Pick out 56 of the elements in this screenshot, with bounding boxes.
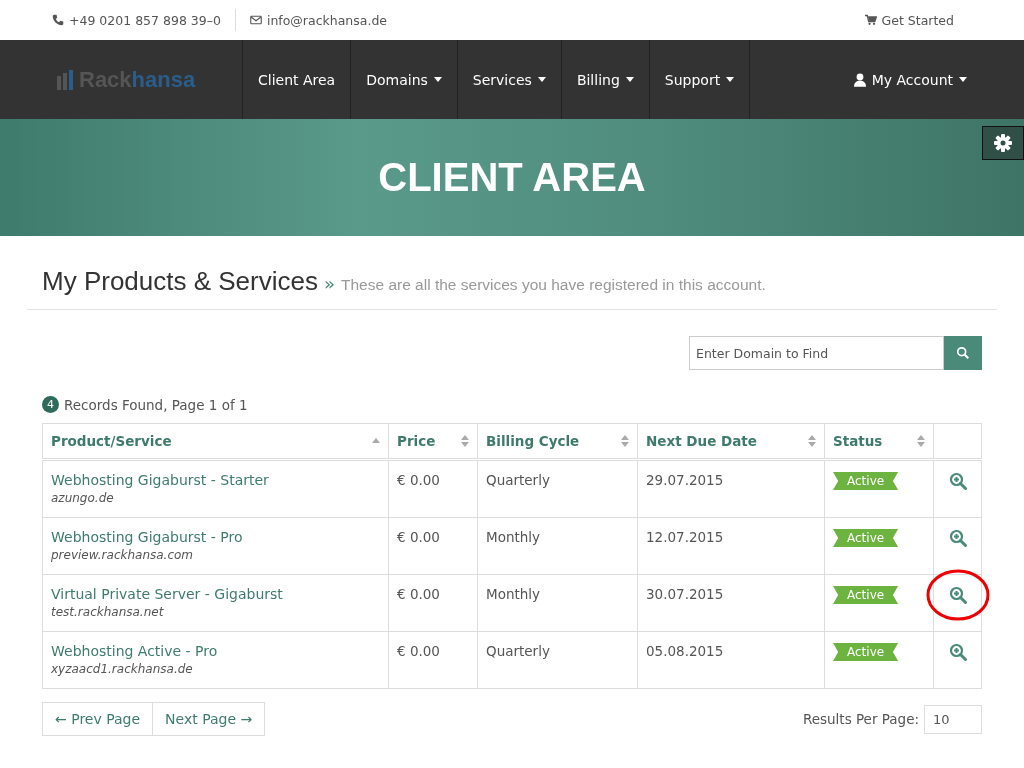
phone-icon <box>52 14 64 26</box>
column-header[interactable]: Next Due Date <box>637 423 825 460</box>
user-icon <box>853 72 866 87</box>
hero-title: CLIENT AREA <box>378 155 646 200</box>
price-cell: € 0.00 <box>397 472 440 488</box>
next-page-button[interactable]: Next Page → <box>153 702 266 736</box>
billing-cycle-cell: Quarterly <box>486 472 550 488</box>
prev-page-button[interactable]: ← Prev Page <box>42 702 154 736</box>
gear-icon <box>993 133 1013 153</box>
domain-name: xyzaacd1.rackhansa.de <box>51 662 194 676</box>
my-account-menu[interactable]: My Account <box>853 71 967 88</box>
product-link[interactable]: Virtual Private Server - Gigaburst <box>51 586 283 602</box>
column-header[interactable]: Status <box>824 423 934 460</box>
price-cell: € 0.00 <box>397 586 440 602</box>
zoom-in-icon[interactable] <box>948 586 967 604</box>
product-link[interactable]: Webhosting Gigaburst - Starter <box>51 472 269 488</box>
results-per-page-label: Results Per Page: <box>802 711 919 727</box>
envelope-icon <box>249 14 262 26</box>
email-link[interactable]: info@rackhansa.de <box>266 12 388 28</box>
column-header[interactable]: Price <box>388 423 478 460</box>
billing-cycle-cell: Monthly <box>486 529 541 545</box>
domain-search-field[interactable]: Enter Domain to Find <box>689 336 944 370</box>
domain-name: preview.rackhansa.com <box>51 548 195 562</box>
page-title: My Products & Services <box>42 266 318 297</box>
search-icon <box>956 346 970 360</box>
domain-name: azungo.de <box>51 491 115 505</box>
status-label: Active <box>833 472 899 490</box>
domain-name: test.rackhansa.net <box>51 605 165 619</box>
price-cell: € 0.00 <box>397 529 440 545</box>
zoom-in-icon[interactable] <box>948 472 967 490</box>
due-date-cell: 05.08.2015 <box>646 643 724 659</box>
billing-cycle-cell: Monthly <box>486 586 541 602</box>
status-label: Active <box>833 643 899 661</box>
zoom-in-icon[interactable] <box>948 643 967 661</box>
results-per-page-field[interactable]: 10 <box>924 704 982 734</box>
status-label: Active <box>833 586 899 604</box>
zoom-in-icon[interactable] <box>948 529 967 547</box>
due-date-cell: 12.07.2015 <box>646 529 724 545</box>
price-cell: € 0.00 <box>397 643 440 659</box>
chevron-separator: » <box>324 273 335 294</box>
column-header[interactable]: Product/Service <box>42 423 389 460</box>
column-header[interactable]: Billing Cycle <box>477 423 638 460</box>
get-started-link[interactable]: Get Started <box>881 12 954 28</box>
product-link[interactable]: Webhosting Active - Pro <box>51 643 218 659</box>
due-date-cell: 30.07.2015 <box>646 586 724 602</box>
status-label: Active <box>833 529 899 547</box>
phone-number: +49 0201 857 898 39–0 <box>69 12 221 28</box>
settings-button[interactable] <box>982 126 1024 160</box>
search-button[interactable] <box>944 336 982 370</box>
records-info: Records Found, Page 1 of 1 <box>64 396 248 413</box>
billing-cycle-cell: Quarterly <box>486 643 550 659</box>
cart-icon <box>864 14 877 26</box>
due-date-cell: 29.07.2015 <box>646 472 724 488</box>
page-subtitle: These are all the services you have registered in this account. <box>341 276 766 294</box>
product-link[interactable]: Webhosting Gigaburst - Pro <box>51 529 243 545</box>
record-count-badge: 4 <box>42 396 59 413</box>
